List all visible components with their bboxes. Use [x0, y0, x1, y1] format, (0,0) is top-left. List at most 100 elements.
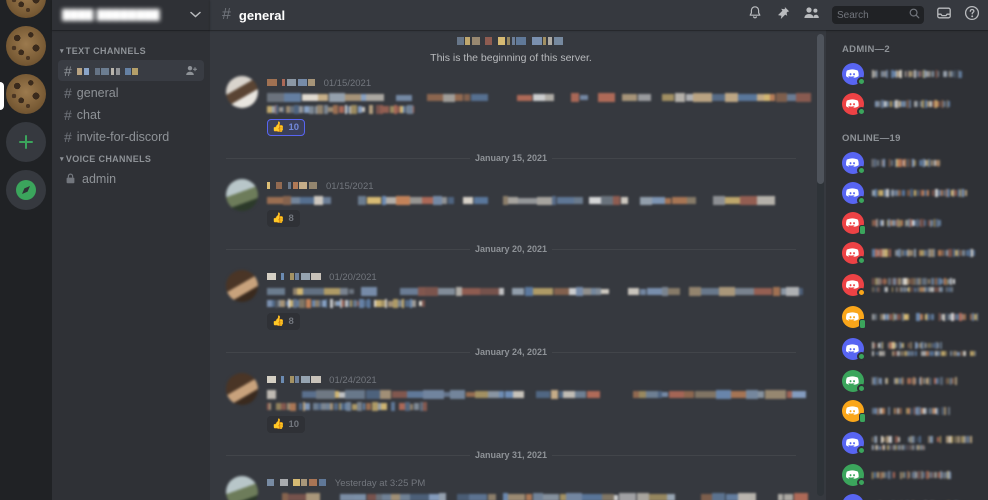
avatar[interactable] — [842, 152, 866, 175]
help-icon[interactable] — [964, 5, 980, 26]
pin-icon[interactable] — [775, 5, 791, 26]
member-list-item[interactable] — [826, 460, 988, 490]
search-input[interactable] — [837, 9, 909, 21]
member-text — [872, 70, 980, 78]
hash-icon: # — [222, 6, 231, 23]
avatar[interactable] — [226, 373, 258, 405]
avatar[interactable] — [842, 432, 866, 455]
member-list-item[interactable] — [826, 208, 988, 238]
avatar[interactable] — [842, 306, 866, 329]
member-status-text — [872, 286, 954, 293]
member-text — [872, 219, 980, 227]
avatar[interactable] — [842, 464, 866, 487]
member-list-item[interactable] — [826, 268, 988, 302]
avatar[interactable] — [842, 400, 866, 423]
member-list-item[interactable] — [826, 396, 988, 426]
channel-category-header[interactable]: ▾ VOICE CHANNELS — [52, 148, 210, 167]
member-list-item[interactable] — [826, 490, 988, 500]
message-author[interactable] — [267, 75, 317, 89]
channel-item-admin[interactable]: admin — [58, 168, 204, 189]
avatar[interactable] — [226, 476, 258, 500]
message-content — [267, 493, 808, 500]
member-list-item[interactable] — [826, 178, 988, 208]
message-author[interactable] — [267, 372, 322, 386]
message[interactable]: 01/20/2021 👍 8 — [210, 264, 812, 333]
avatar[interactable] — [226, 270, 258, 302]
member-text — [872, 189, 980, 197]
member-text — [872, 100, 980, 108]
channel-item-invite-for-discord[interactable]: # invite-for-discord — [58, 126, 204, 147]
add-member-icon[interactable] — [185, 64, 198, 77]
avatar[interactable] — [842, 212, 866, 235]
chevron-down-icon[interactable] — [190, 11, 201, 20]
message-author[interactable] — [267, 475, 328, 489]
message-author[interactable] — [267, 269, 322, 283]
message-body: Yesterday at 3:25 PM👍1 — [267, 475, 808, 500]
message-header: 01/15/2021 — [267, 75, 796, 90]
member-list-item[interactable] — [826, 366, 988, 396]
member-list-item[interactable] — [826, 59, 988, 89]
guild-header-button[interactable]: ████ ████████ — [52, 0, 210, 30]
bell-icon[interactable] — [747, 5, 763, 26]
message-timestamp: 01/24/2021 — [329, 375, 377, 386]
server-icon-partial[interactable] — [6, 0, 46, 18]
avatar[interactable] — [842, 494, 864, 500]
reaction-count: 10 — [288, 419, 300, 430]
message-header: 01/15/2021 — [267, 178, 796, 193]
channel-item-chat[interactable]: # chat — [58, 104, 204, 125]
reaction-thumbsup[interactable]: 👍 8 — [267, 210, 300, 227]
member-list-item[interactable] — [826, 426, 988, 460]
reaction-thumbsup[interactable]: 👍 10 — [267, 119, 306, 136]
explore-servers-button[interactable] — [6, 170, 46, 210]
member-list-item[interactable] — [826, 238, 988, 268]
channel-category-header[interactable]: ▾ TEXT CHANNELS — [52, 40, 210, 59]
message-content — [267, 93, 812, 114]
message-scroll-area[interactable]: This is the beginning of this server. 01/… — [210, 30, 826, 500]
message-author[interactable] — [267, 178, 319, 192]
message-scrollbar[interactable] — [817, 34, 824, 496]
avatar[interactable] — [842, 274, 866, 297]
message-text-line — [267, 493, 808, 500]
avatar[interactable] — [842, 338, 866, 361]
member-list-item[interactable] — [826, 332, 988, 366]
member-text — [872, 435, 980, 451]
message-header: 01/20/2021 — [267, 269, 796, 284]
avatar[interactable] — [842, 182, 866, 205]
avatar[interactable] — [226, 76, 258, 108]
message[interactable]: 01/15/2021 👍 8 — [210, 173, 812, 230]
discord-logo-icon — [846, 405, 859, 415]
member-group-header: ADMIN—2 — [842, 44, 891, 55]
avatar[interactable] — [842, 242, 866, 265]
avatar[interactable] — [842, 93, 866, 116]
member-name — [872, 70, 963, 78]
reaction-thumbsup[interactable]: 👍 8 — [267, 313, 300, 330]
avatar[interactable] — [226, 179, 258, 211]
member-text — [872, 471, 980, 479]
member-list-item[interactable] — [826, 302, 988, 332]
message[interactable]: Yesterday at 3:25 PM👍1 — [210, 470, 812, 500]
inbox-icon[interactable] — [936, 5, 952, 26]
channel-name: invite-for-discord — [76, 129, 170, 144]
lock-icon — [64, 172, 77, 185]
member-list-item[interactable] — [826, 89, 988, 119]
avatar[interactable] — [842, 63, 866, 86]
hash-icon: # — [64, 106, 72, 123]
member-list-item[interactable] — [826, 148, 988, 178]
reaction-thumbsup[interactable]: 👍 10 — [267, 416, 306, 433]
message-timestamp: 01/15/2021 — [325, 181, 374, 192]
add-server-button[interactable] — [6, 122, 46, 162]
server-icon-cookie-2[interactable] — [6, 74, 46, 114]
message[interactable]: 01/15/2021 👍 10 — [210, 70, 812, 139]
members-icon[interactable] — [803, 5, 820, 26]
channel-item-general[interactable]: # general — [58, 82, 204, 103]
message-text-line — [267, 93, 812, 102]
topbar-icons — [747, 5, 980, 26]
message[interactable]: 01/24/2021 👍 10 — [210, 367, 812, 436]
server-icon-cookie-1[interactable] — [6, 26, 46, 66]
channel-item-redacted[interactable]: # — [58, 60, 204, 81]
message-text-line — [267, 299, 426, 308]
avatar[interactable] — [842, 370, 866, 393]
scrollbar-thumb[interactable] — [817, 34, 824, 184]
search-box[interactable] — [832, 6, 924, 24]
member-name — [872, 435, 973, 444]
